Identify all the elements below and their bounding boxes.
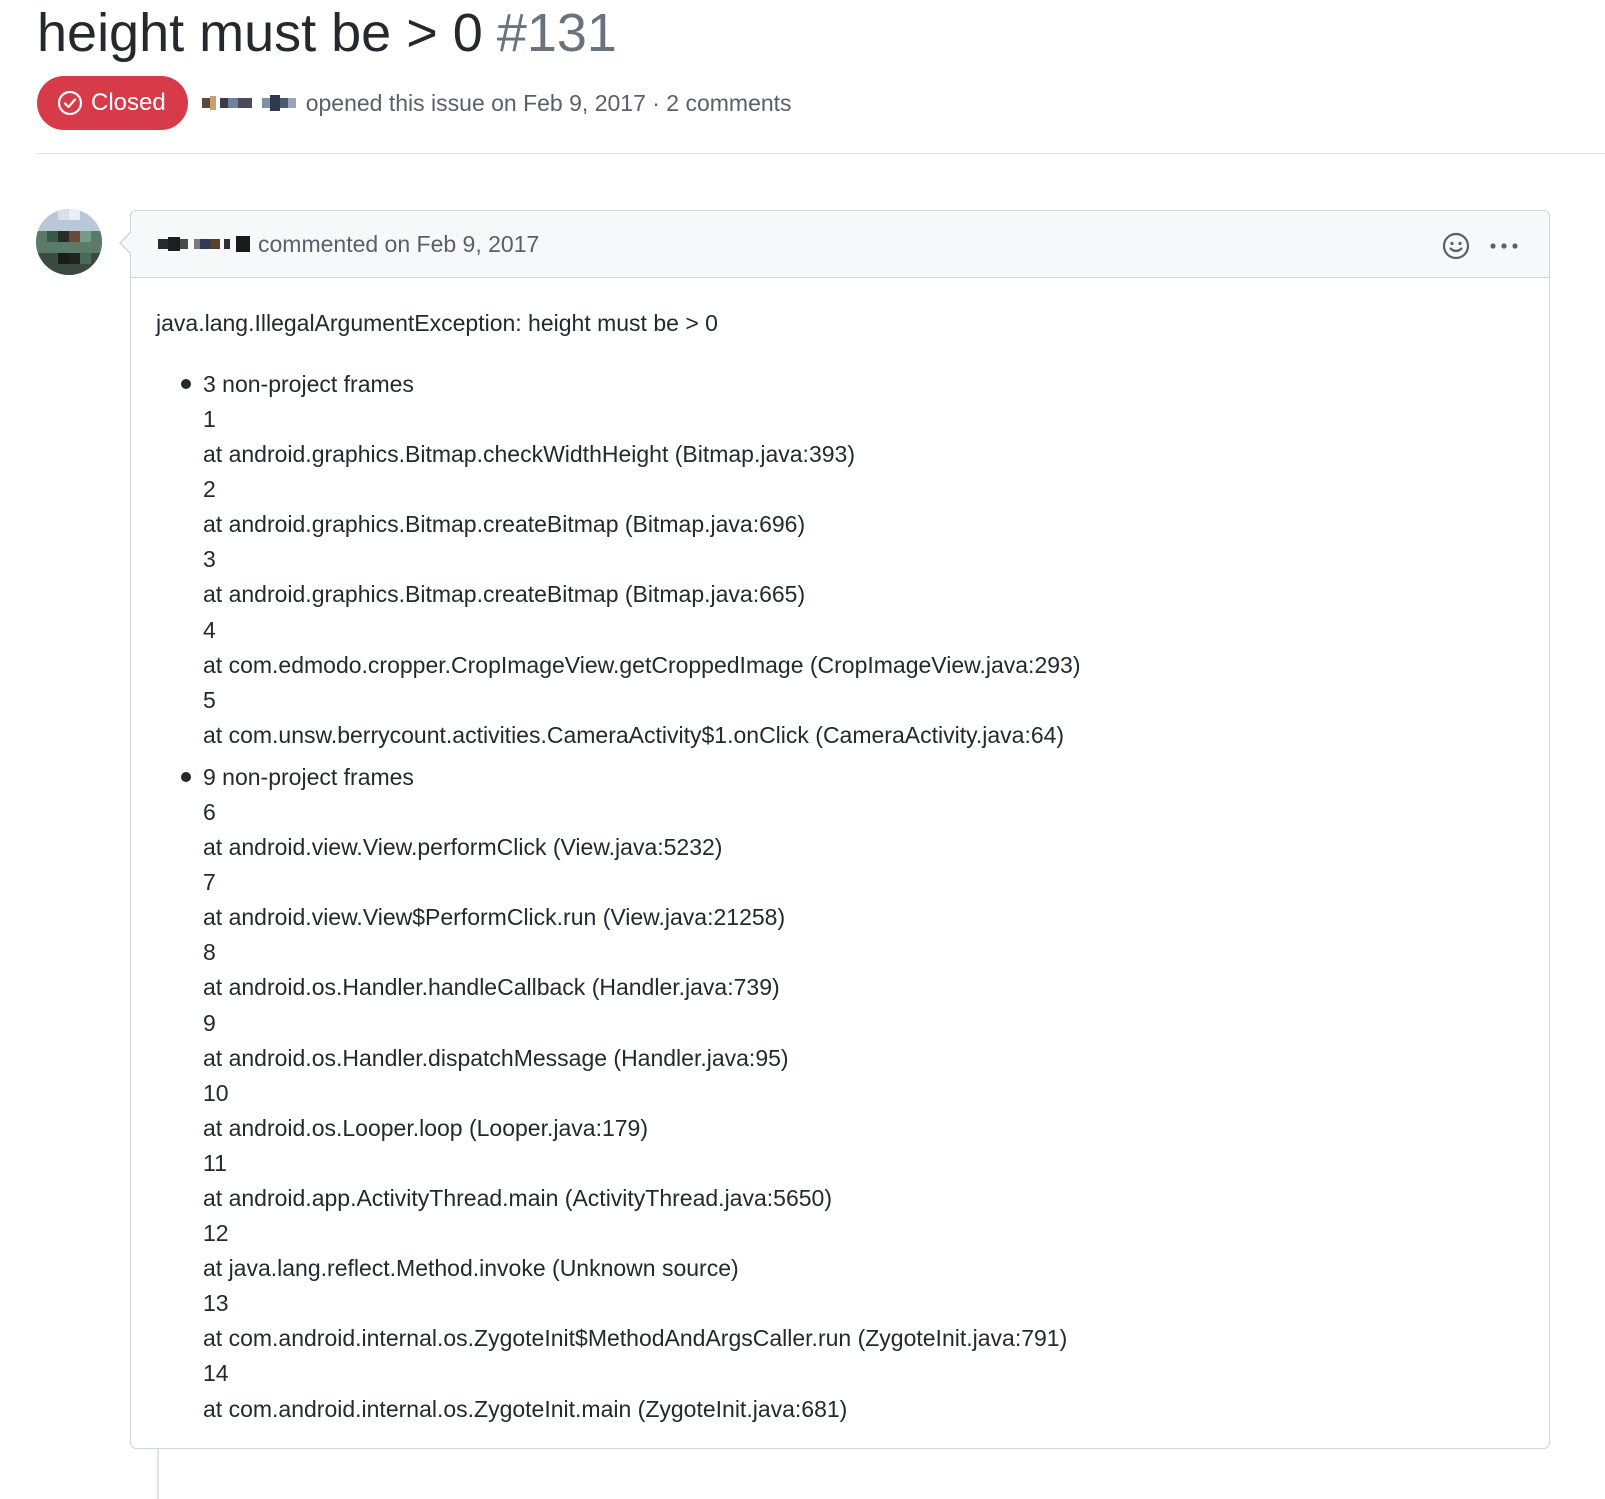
- comment-header: commented on Feb 9, 2017: [119, 211, 1549, 278]
- frame-text: at android.os.Handler.handleCallback (Ha…: [203, 974, 780, 1001]
- title-row: height must be > 0 #131: [37, 0, 1605, 70]
- timeline-line: [157, 1449, 159, 1499]
- frame-number: 13: [203, 1290, 229, 1317]
- frame-number: 14: [203, 1360, 229, 1387]
- frame-number: 9: [203, 1009, 216, 1036]
- comment-meta[interactable]: commented on Feb 9, 2017: [258, 231, 539, 258]
- comment-actions: [1441, 231, 1519, 261]
- avatar[interactable]: [36, 209, 102, 275]
- frame-text: at android.view.View$PerformClick.run (V…: [203, 904, 786, 931]
- state-label: Closed: [91, 89, 166, 116]
- frame-text: at android.app.ActivityThread.main (Acti…: [203, 1184, 832, 1211]
- frame-text: at android.os.Handler.dispatchMessage (H…: [203, 1044, 789, 1071]
- author-link[interactable]: [201, 91, 296, 115]
- group-title: 3 non-project frames: [203, 371, 414, 397]
- frame-number: 3: [203, 546, 216, 573]
- comment-box: commented on Feb 9, 2017 java.lang.Illeg…: [119, 210, 1550, 1449]
- bullet: [181, 771, 191, 782]
- bullet: [181, 379, 191, 389]
- frame-text: at android.graphics.Bitmap.createBitmap …: [203, 511, 806, 538]
- frame-number: 8: [203, 939, 216, 966]
- group-title: 9 non-project frames: [203, 763, 414, 790]
- frame-text: at android.graphics.Bitmap.checkWidthHei…: [203, 441, 855, 468]
- frame-text: at android.graphics.Bitmap.createBitmap …: [203, 581, 806, 608]
- frame-number: 4: [203, 616, 216, 643]
- frame-number: 12: [203, 1220, 229, 1247]
- frame-text: at android.view.View.performClick (View.…: [203, 834, 723, 861]
- frame-text: at android.os.Looper.loop (Looper.java:1…: [203, 1114, 648, 1141]
- issue-number: #131: [496, 3, 617, 63]
- frame-number: 7: [203, 869, 216, 896]
- header-divider: [36, 153, 1605, 154]
- frame-number: 10: [203, 1079, 229, 1106]
- frame-text: at com.unsw.berrycount.activities.Camera…: [203, 721, 1065, 748]
- frame-number: 1: [203, 406, 216, 432]
- frame-text: at com.edmodo.cropper.CropImageView.getC…: [203, 651, 1081, 678]
- state-badge-closed: Closed: [37, 76, 188, 130]
- frame-group: 3 non-project frames 1 at android.graphi…: [181, 366, 1524, 753]
- kebab-horizontal-icon[interactable]: [1489, 231, 1519, 261]
- issue-header: height must be > 0 #131 Closed opened thi…: [37, 0, 1605, 130]
- frame-number: 2: [203, 476, 216, 503]
- frame-number: 11: [203, 1149, 227, 1176]
- issue-title-text: height must be > 0: [37, 3, 483, 63]
- frame-group: 9 non-project frames 6 at android.view.V…: [181, 759, 1524, 1427]
- issue-title: height must be > 0 #131: [37, 0, 617, 66]
- check-circle-icon: [57, 90, 83, 116]
- issue-meta: Closed opened this issue on Feb 9, 2017 …: [37, 76, 792, 130]
- frame-text: at java.lang.reflect.Method.invoke (Unkn…: [203, 1255, 739, 1282]
- frame-groups: 3 non-project frames 1 at android.graphi…: [156, 366, 1524, 1427]
- comment-body: java.lang.IllegalArgumentException: heig…: [131, 278, 1549, 1427]
- frame-number: 6: [203, 798, 216, 825]
- comment-author-link[interactable]: [158, 232, 250, 256]
- exception-message: java.lang.IllegalArgumentException: heig…: [156, 310, 718, 336]
- frame-text: at com.android.internal.os.ZygoteInit.ma…: [203, 1395, 848, 1422]
- frame-number: 5: [203, 686, 216, 713]
- frame-text: at com.android.internal.os.ZygoteInit$Me…: [203, 1325, 1068, 1352]
- smiley-icon[interactable]: [1441, 231, 1471, 261]
- opened-text: opened this issue on Feb 9, 2017 · 2 com…: [305, 89, 792, 116]
